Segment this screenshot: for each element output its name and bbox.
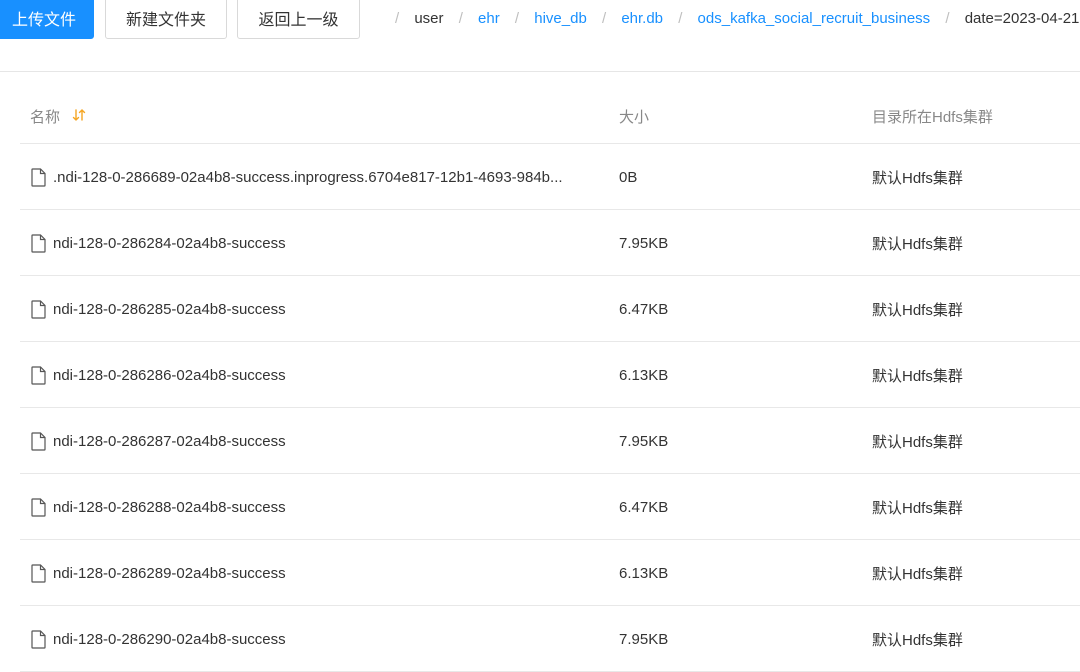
file-size: 7.95KB: [619, 630, 669, 648]
file-size: 7.95KB: [619, 432, 669, 450]
file-size: 0B: [619, 168, 638, 186]
file-cluster: 默认Hdfs集群: [872, 235, 963, 253]
file-name-cell[interactable]: .ndi-128-0-286689-02a4b8-success.inprogr…: [30, 144, 605, 210]
file-size: 6.47KB: [619, 300, 669, 318]
file-cluster: 默认Hdfs集群: [872, 499, 963, 517]
file-icon: [31, 431, 46, 451]
table-row[interactable]: ndi-128-0-286284-02a4b8-success 7.95KB 默…: [20, 210, 1080, 276]
table-row[interactable]: ndi-128-0-286289-02a4b8-success 6.13KB 默…: [20, 540, 1080, 606]
file-icon: [31, 497, 46, 517]
file-icon: [31, 629, 46, 649]
breadcrumb-separator: /: [514, 10, 520, 27]
back-button[interactable]: 返回上一级: [237, 0, 360, 39]
file-name[interactable]: ndi-128-0-286289-02a4b8-success: [53, 565, 286, 582]
file-cluster: 默认Hdfs集群: [872, 169, 963, 187]
file-name-cell[interactable]: ndi-128-0-286284-02a4b8-success: [30, 210, 605, 276]
file-icon: [31, 233, 46, 253]
file-name-cell[interactable]: ndi-128-0-286289-02a4b8-success: [30, 540, 605, 606]
file-cluster: 默认Hdfs集群: [872, 565, 963, 583]
file-name-cell[interactable]: ndi-128-0-286290-02a4b8-success: [30, 606, 605, 672]
file-name[interactable]: ndi-128-0-286285-02a4b8-success: [53, 301, 286, 318]
file-size: 7.95KB: [619, 234, 669, 252]
upload-file-button[interactable]: 上传文件: [0, 0, 94, 39]
breadcrumb-item-hive-db[interactable]: hive_db: [534, 10, 587, 27]
breadcrumb-separator: /: [458, 10, 463, 27]
file-icon: [31, 299, 46, 319]
file-size: 6.13KB: [619, 564, 669, 582]
file-size: 6.13KB: [619, 366, 669, 384]
file-name[interactable]: ndi-128-0-286290-02a4b8-success: [53, 631, 286, 648]
breadcrumb-item-current-partition: date=2023-04-21: [964, 10, 1080, 27]
file-name[interactable]: ndi-128-0-286284-02a4b8-success: [53, 235, 286, 252]
breadcrumb-item-table[interactable]: ods_kafka_social_recruit_business: [698, 10, 931, 27]
column-header-name[interactable]: 名称: [30, 108, 86, 128]
file-cluster: 默认Hdfs集群: [872, 631, 963, 649]
table-row[interactable]: ndi-128-0-286287-02a4b8-success 7.95KB 默…: [20, 408, 1080, 474]
toolbar: 上传文件 新建文件夹 返回上一级 / user / ehr / hive_db …: [0, 0, 1080, 72]
breadcrumb-separator: /: [945, 10, 950, 27]
file-icon: [31, 365, 46, 385]
table-row[interactable]: .ndi-128-0-286689-02a4b8-success.inprogr…: [20, 144, 1080, 210]
file-cluster: 默认Hdfs集群: [872, 367, 963, 385]
file-name-cell[interactable]: ndi-128-0-286287-02a4b8-success: [30, 408, 605, 474]
file-name[interactable]: .ndi-128-0-286689-02a4b8-success.inprogr…: [53, 169, 563, 186]
breadcrumb-item-user: user: [414, 10, 444, 27]
breadcrumb-separator: /: [395, 10, 400, 27]
file-cluster: 默认Hdfs集群: [872, 433, 963, 451]
file-name[interactable]: ndi-128-0-286287-02a4b8-success: [53, 433, 286, 450]
breadcrumb-item-ehr-db[interactable]: ehr.db: [621, 10, 663, 27]
table-row[interactable]: ndi-128-0-286285-02a4b8-success 6.47KB 默…: [20, 276, 1080, 342]
file-cluster: 默认Hdfs集群: [872, 301, 963, 319]
file-table: 名称 大小 目录所在Hdfs集群 .ndi-128-0-286689-02a4b…: [20, 72, 1080, 672]
breadcrumb-separator: /: [601, 10, 607, 27]
file-name-cell[interactable]: ndi-128-0-286285-02a4b8-success: [30, 276, 605, 342]
file-icon: [31, 563, 46, 583]
new-folder-button[interactable]: 新建文件夹: [105, 0, 227, 39]
column-header-size: 大小: [619, 109, 650, 126]
sort-icon[interactable]: [72, 108, 86, 128]
table-body: .ndi-128-0-286689-02a4b8-success.inprogr…: [20, 144, 1080, 672]
file-name[interactable]: ndi-128-0-286288-02a4b8-success: [53, 499, 286, 516]
table-row[interactable]: ndi-128-0-286290-02a4b8-success 7.95KB 默…: [20, 606, 1080, 672]
file-size: 6.47KB: [619, 498, 669, 516]
file-name-cell[interactable]: ndi-128-0-286286-02a4b8-success: [30, 342, 605, 408]
table-header: 名称 大小 目录所在Hdfs集群: [20, 72, 1080, 144]
breadcrumb-separator: /: [678, 10, 683, 27]
file-icon: [31, 167, 46, 187]
column-header-cluster: 目录所在Hdfs集群: [872, 109, 993, 126]
file-name-cell[interactable]: ndi-128-0-286288-02a4b8-success: [30, 474, 605, 540]
table-row[interactable]: ndi-128-0-286286-02a4b8-success 6.13KB 默…: [20, 342, 1080, 408]
breadcrumb-item-ehr[interactable]: ehr: [478, 10, 500, 27]
breadcrumb: / user / ehr / hive_db / ehr.db / ods_ka…: [384, 9, 1079, 29]
table-row[interactable]: ndi-128-0-286288-02a4b8-success 6.47KB 默…: [20, 474, 1080, 540]
column-header-name-label: 名称: [30, 109, 61, 126]
file-name[interactable]: ndi-128-0-286286-02a4b8-success: [53, 367, 286, 384]
